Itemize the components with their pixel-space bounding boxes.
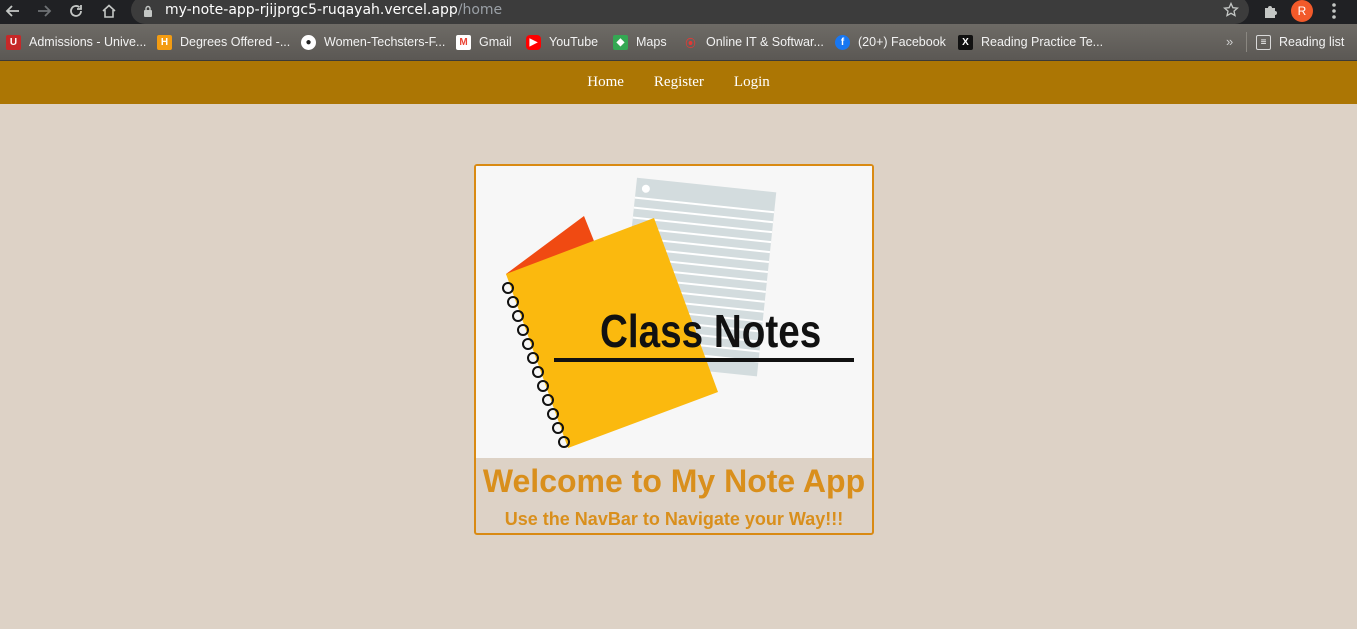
reload-icon [70, 5, 82, 17]
browser-toolbar: my-note-app-rjijprgc5-ruqayah.vercel.app… [0, 0, 1357, 24]
reload-button[interactable] [63, 0, 89, 22]
reading-list-button[interactable]: ≡ Reading list [1256, 33, 1344, 51]
bookmark-label: Maps [636, 35, 667, 49]
welcome-subtitle: Use the NavBar to Navigate your Way!!! [504, 509, 844, 529]
class-notes-image: Class Notes [476, 166, 872, 458]
forward-button[interactable] [31, 0, 57, 22]
online-it-icon: ⦿ [685, 38, 696, 50]
profile-avatar[interactable]: R [1291, 0, 1313, 22]
facebook-icon: f [835, 34, 850, 50]
bookmark-gmail[interactable]: M Gmail [456, 33, 512, 51]
bookmark-label: (20+) Facebook [858, 35, 946, 49]
bookmark-label: Degrees Offered -... [180, 35, 291, 49]
app-navbar: Home Register Login [0, 61, 1357, 104]
nav-link-home[interactable]: Home [587, 74, 624, 91]
bookmark-label: Online IT & Softwar... [706, 35, 824, 49]
reading-practice-icon: X [958, 34, 973, 50]
bookmark-label: Admissions - Unive... [29, 35, 147, 49]
bookmark-women-techsters[interactable]: ● Women-Techsters-F... [301, 33, 445, 51]
bookmarks-overflow-icon[interactable]: » [1226, 34, 1233, 49]
reading-list-icon: ≡ [1256, 34, 1271, 50]
welcome-title: Welcome to My Note App [482, 463, 866, 499]
maps-icon: ◆ [613, 34, 628, 50]
reading-list-label: Reading list [1279, 35, 1345, 49]
browser-menu-icon[interactable] [1327, 1, 1341, 21]
bookmark-maps[interactable]: ◆ Maps [613, 33, 667, 51]
github-icon: ● [301, 34, 316, 50]
bookmarks-bar: U Admissions - Unive... H Degrees Offere… [0, 24, 1357, 61]
url-host: my-note-app-rjijprgc5-ruqayah.vercel.app [165, 2, 458, 18]
address-bar[interactable]: my-note-app-rjijprgc5-ruqayah.vercel.app… [131, 0, 1249, 24]
bookmark-label: YouTube [549, 35, 599, 49]
bookmark-facebook[interactable]: f (20+) Facebook [835, 33, 946, 51]
nav-link-login[interactable]: Login [734, 74, 770, 91]
youtube-icon: ▶ [526, 34, 541, 50]
bookmark-label: Reading Practice Te... [981, 35, 1104, 49]
bookmarks-divider [1246, 32, 1247, 52]
url-text: my-note-app-rjijprgc5-ruqayah.vercel.app… [165, 2, 502, 18]
url-path: /home [457, 2, 503, 18]
class-notes-heading: Class Notes [600, 305, 822, 357]
forward-arrow-icon [38, 5, 52, 17]
bookmark-label: Gmail [479, 35, 512, 49]
university-favicon-icon: U [6, 34, 21, 50]
extensions-puzzle-icon[interactable] [1262, 2, 1280, 20]
profile-initial: R [1297, 4, 1307, 18]
bookmark-label: Women-Techsters-F... [324, 35, 446, 49]
bookmark-degrees[interactable]: H Degrees Offered -... [157, 33, 290, 51]
home-button[interactable] [96, 0, 122, 22]
bookmark-reading-practice[interactable]: X Reading Practice Te... [958, 33, 1103, 51]
back-button[interactable] [0, 0, 26, 22]
bookmark-admissions[interactable]: U Admissions - Unive... [6, 33, 146, 51]
bookmark-online-it[interactable]: ⦿ Online IT & Softwar... [683, 33, 824, 51]
bookmark-star-icon[interactable] [1223, 2, 1239, 18]
welcome-card: Class Notes Welcome to My Note App Use t… [474, 164, 874, 535]
degrees-favicon-icon: H [157, 34, 172, 50]
gmail-icon: M [456, 34, 471, 50]
home-icon [102, 4, 116, 18]
nav-link-register[interactable]: Register [654, 74, 704, 91]
lock-icon [144, 5, 152, 17]
bookmark-youtube[interactable]: ▶ YouTube [526, 33, 598, 51]
back-arrow-icon [5, 5, 19, 17]
